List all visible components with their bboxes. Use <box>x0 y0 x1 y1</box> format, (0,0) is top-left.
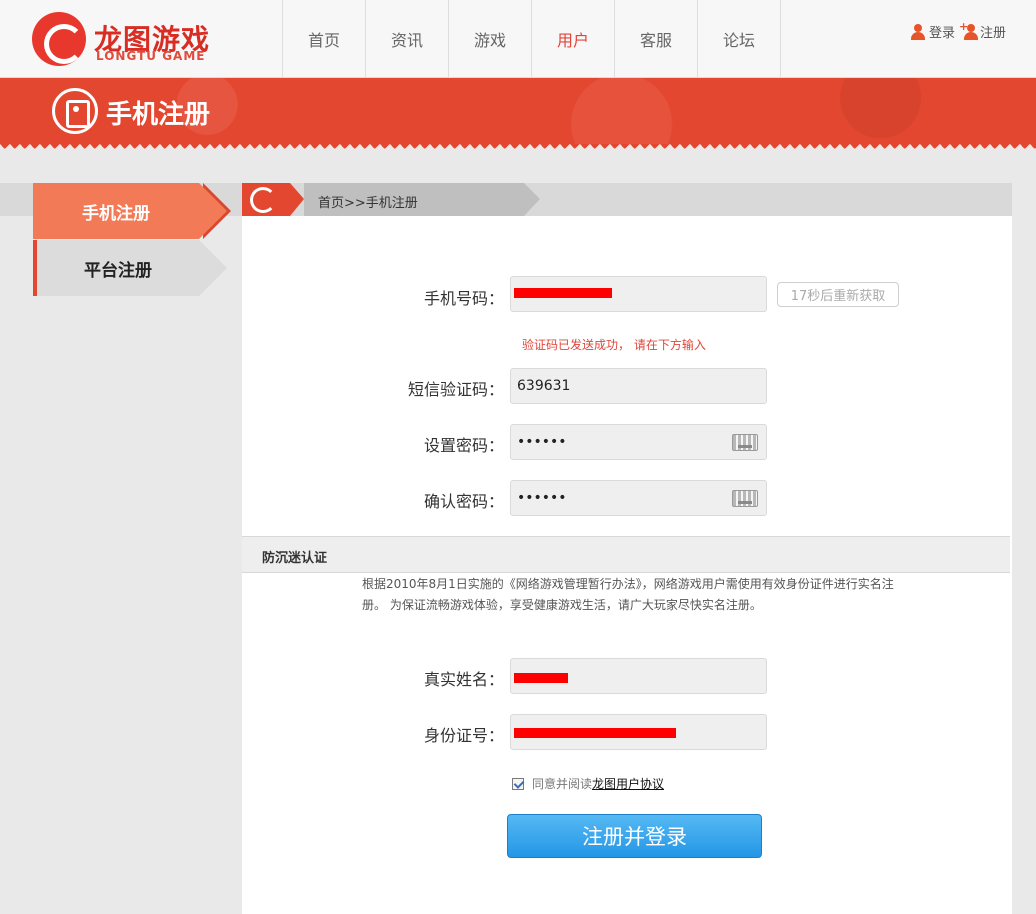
keyboard-icon[interactable] <box>732 434 758 451</box>
agreement-row: 同意并阅读 龙图用户协议 <box>512 775 664 792</box>
nav-item-news[interactable]: 资讯 <box>366 0 449 78</box>
confirm-password-input[interactable]: •••••• <box>510 480 767 516</box>
banner-zigzag-divider <box>0 144 1036 154</box>
phone-label: 手机号码： <box>423 289 504 308</box>
top-header: 龙图游戏 LONGTU GAME 首页 资讯 游戏 用户 客服 论坛 登录 + … <box>0 0 1036 78</box>
real-name-label: 真实姓名： <box>423 670 504 689</box>
nav-item-support[interactable]: 客服 <box>615 0 698 78</box>
agreement-checkbox[interactable] <box>512 777 524 790</box>
page-banner: 手机注册 <box>0 78 1036 144</box>
sms-code-label: 短信验证码： <box>407 380 504 399</box>
register-panel: 首页>>手机注册 手机号码： 17秒后重新获取 验证码已发送成功， 请在下方输入… <box>242 183 1012 914</box>
brand-logo[interactable]: 龙图游戏 LONGTU GAME <box>32 12 212 66</box>
id-number-label: 身份证号： <box>423 726 504 745</box>
main-nav: 首页 资讯 游戏 用户 客服 论坛 <box>282 0 781 78</box>
anti-addiction-header: 防沉迷认证 <box>242 536 1010 573</box>
user-links: 登录 + 注册 <box>910 21 1006 41</box>
confirm-password-label: 确认密码： <box>423 492 504 511</box>
add-user-icon: + <box>959 21 979 40</box>
redaction-mark <box>514 288 612 298</box>
sidebar-item-platform-register[interactable]: 平台注册 <box>33 240 227 296</box>
user-icon <box>910 23 926 40</box>
brand-name-en: LONGTU GAME <box>96 49 206 63</box>
nav-item-forum[interactable]: 论坛 <box>698 0 781 78</box>
real-name-notice: 根据2010年8月1日实施的《网络游戏管理暂行办法》，网络游戏用户需使用有效身份… <box>362 577 894 612</box>
agreement-prefix: 同意并阅读 <box>532 777 593 791</box>
login-link[interactable]: 登录 <box>929 22 955 41</box>
breadcrumb-logo <box>242 183 304 216</box>
resend-code-button[interactable]: 17秒后重新获取 <box>777 282 899 307</box>
dragon-logo-icon <box>32 12 86 66</box>
confirm-password-value: •••••• <box>517 490 567 506</box>
nav-item-home[interactable]: 首页 <box>283 0 366 78</box>
nav-item-games[interactable]: 游戏 <box>449 0 532 78</box>
sidebar-item-phone-register[interactable]: 手机注册 <box>33 183 231 239</box>
redaction-mark <box>514 673 568 683</box>
register-link[interactable]: 注册 <box>980 22 1006 41</box>
keyboard-icon[interactable] <box>732 490 758 507</box>
page-title: 手机注册 <box>106 100 211 130</box>
dragon-logo-icon <box>250 187 276 213</box>
register-and-login-button[interactable]: 注册并登录 <box>507 814 762 858</box>
contact-book-icon <box>52 88 98 134</box>
password-label: 设置密码： <box>423 436 504 455</box>
nav-item-user[interactable]: 用户 <box>532 0 615 78</box>
sms-sent-hint: 验证码已发送成功， 请在下方输入 <box>522 338 706 352</box>
section-title: 防沉迷认证 <box>262 551 328 566</box>
breadcrumb-bar: 首页>>手机注册 <box>242 183 1012 216</box>
sms-code-input[interactable]: 639631 <box>510 368 767 404</box>
password-value: •••••• <box>517 434 567 450</box>
breadcrumb[interactable]: 首页>>手机注册 <box>318 192 418 211</box>
redaction-mark <box>514 728 676 738</box>
agreement-link[interactable]: 龙图用户协议 <box>592 775 664 792</box>
password-input[interactable]: •••••• <box>510 424 767 460</box>
